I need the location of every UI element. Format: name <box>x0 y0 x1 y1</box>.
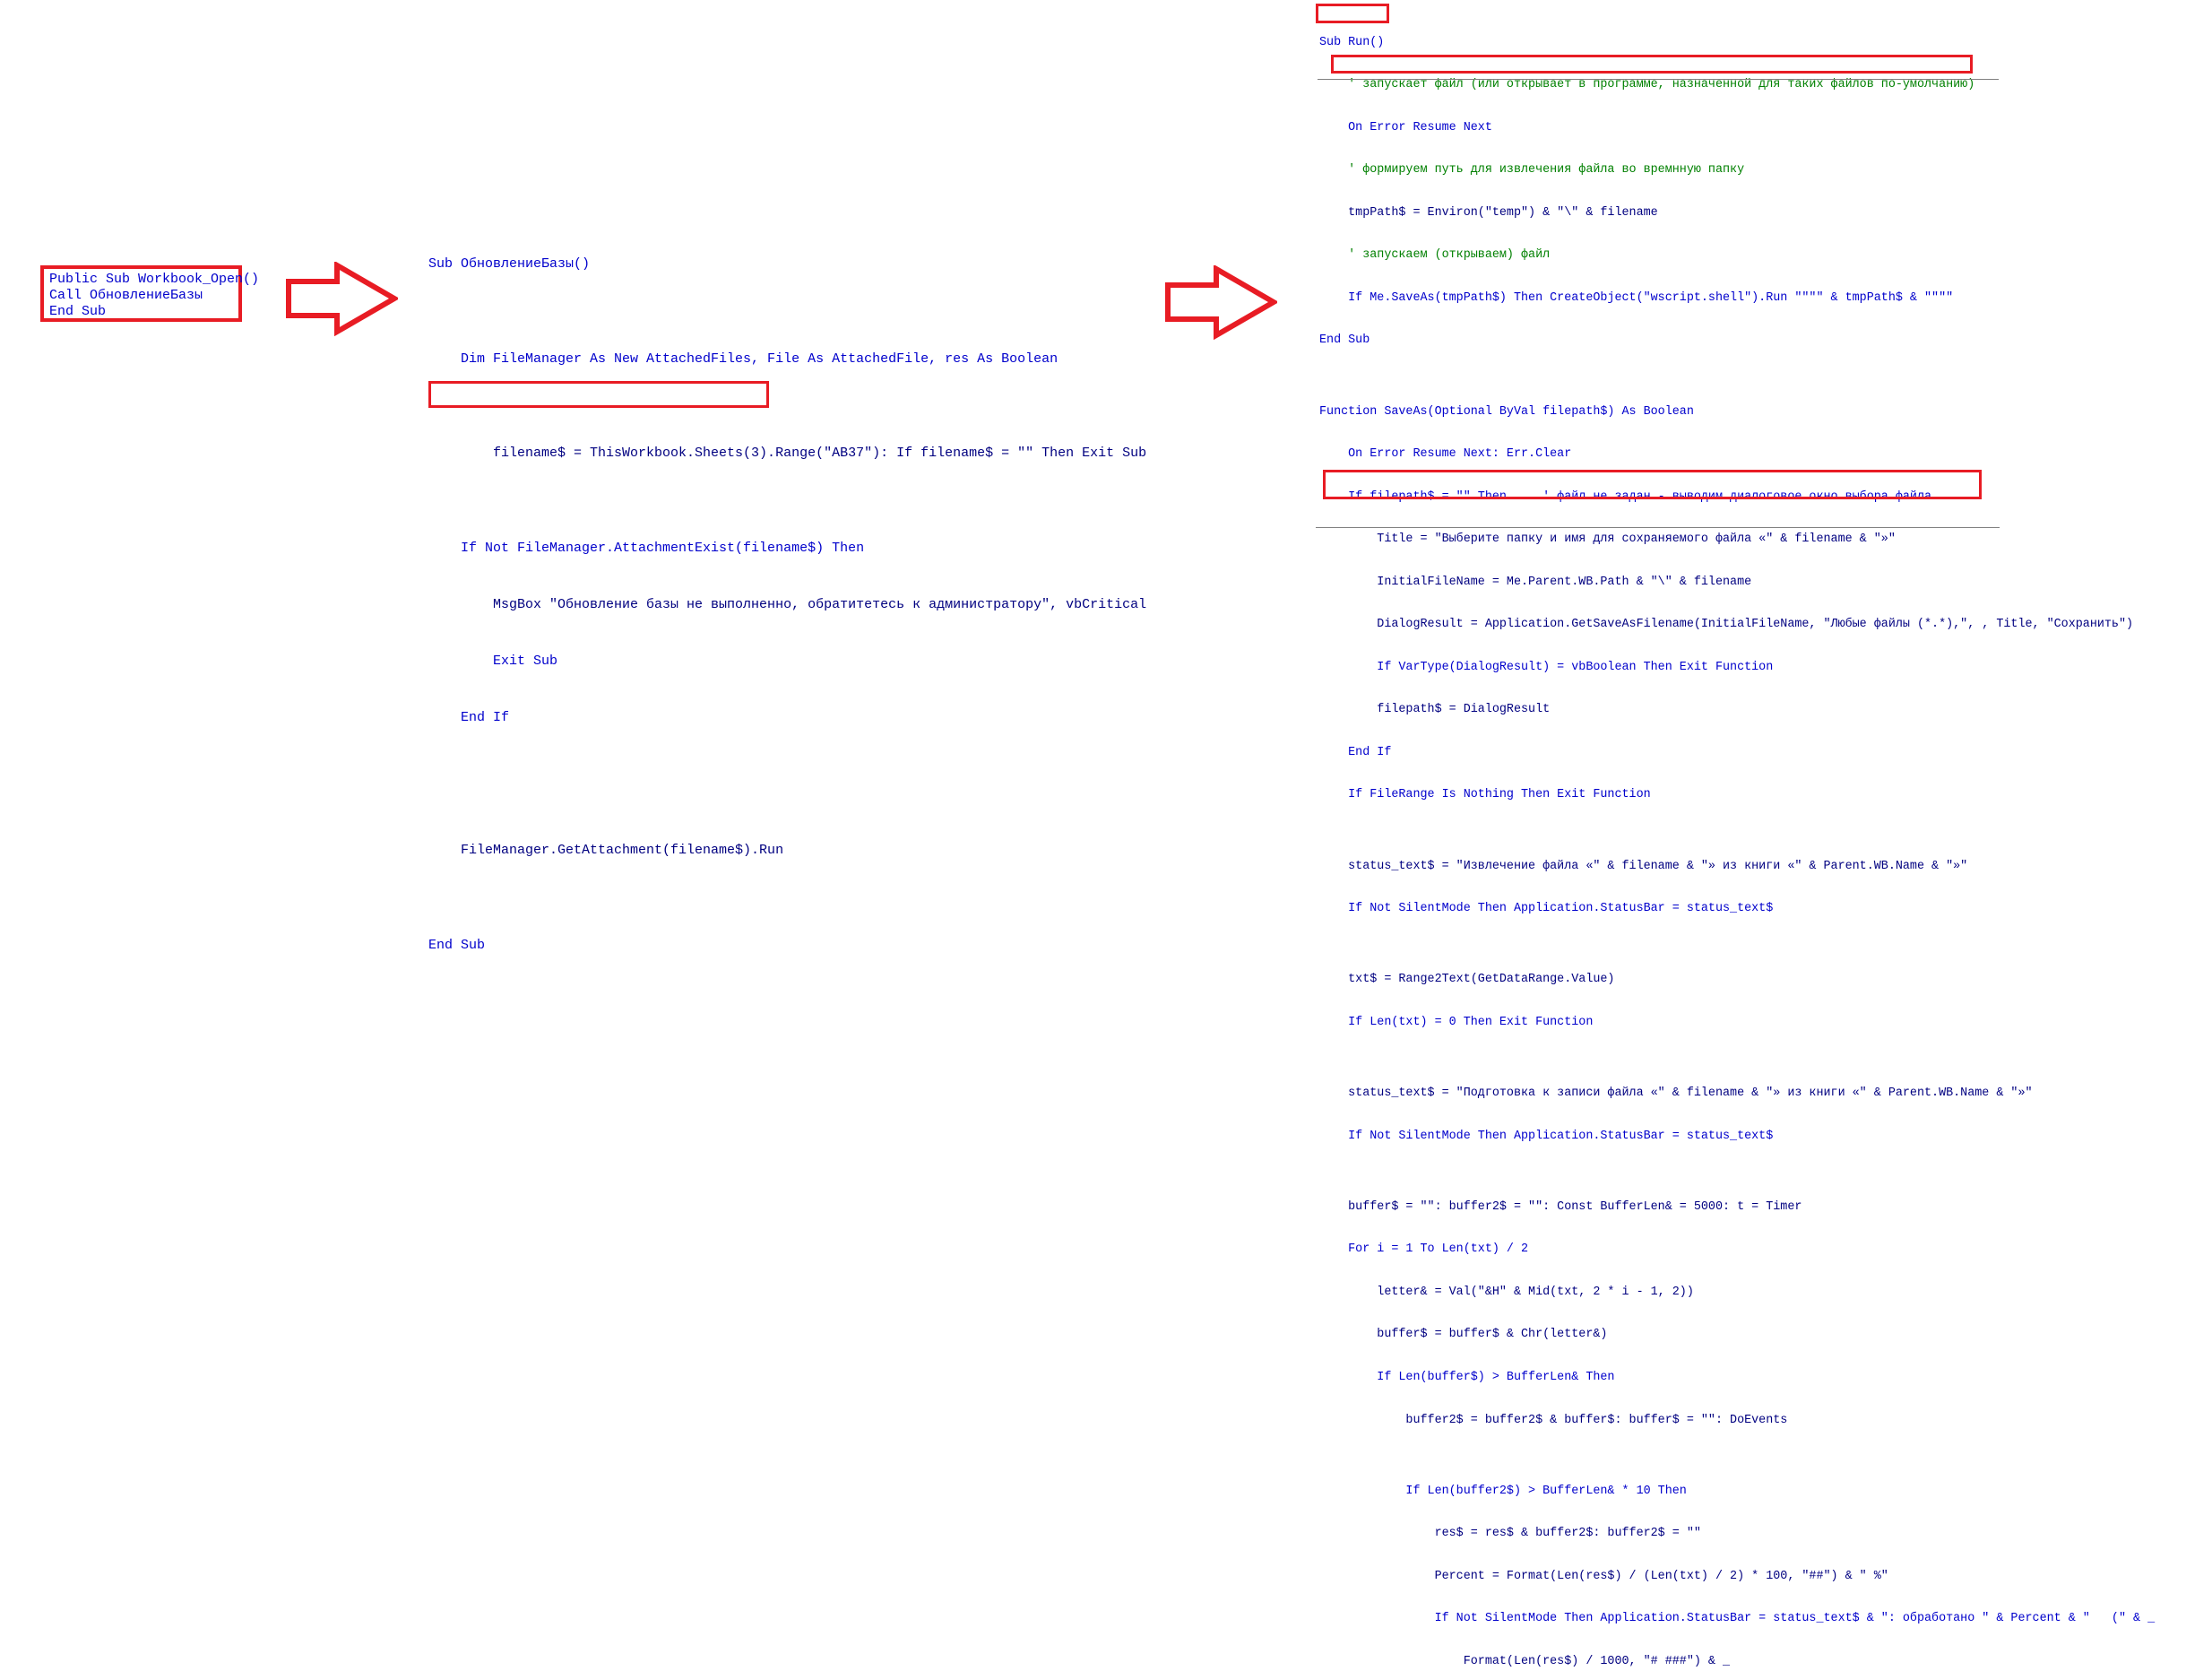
code-line: buffer$ = buffer$ & Chr(letter&) <box>1319 1328 1608 1342</box>
code-line: If Not SilentMode Then Application.Statu… <box>1319 1129 1774 1143</box>
code-line: End Sub <box>1319 333 1370 348</box>
code-line: Sub Run() <box>1319 35 1385 49</box>
code-line: buffer$ = "": buffer2$ = "": Const Buffe… <box>1319 1199 1802 1214</box>
code-line: End If <box>428 710 510 726</box>
code-line: Exit Sub <box>428 654 558 670</box>
code-line: If Len(txt) = 0 Then Exit Function <box>1319 1015 1594 1029</box>
code-line: Sub ОбновлениеБазы() <box>428 256 591 273</box>
arrow-right-icon <box>286 262 398 336</box>
code-line: End Sub <box>428 937 486 953</box>
code-line: Format(Len(res$) / 1000, "# ###") & _ <box>1319 1654 1731 1668</box>
arrow-right-icon <box>1165 265 1277 340</box>
code-line: filename$ = ThisWorkbook.Sheets(3).Range… <box>428 446 1147 462</box>
code-line: status_text$ = "Извлечение файла «" & fi… <box>1319 859 1968 873</box>
code-line: If Not SilentMode Then Application.Statu… <box>1319 1612 2156 1626</box>
code-line: End If <box>1319 745 1392 759</box>
code-line: ' запускает файл (или открывает в програ… <box>1319 78 1975 92</box>
code-line: If Not SilentMode Then Application.Statu… <box>1319 902 1774 916</box>
code-line: On Error Resume Next <box>1319 120 1492 134</box>
code-line: If Len(buffer$) > BufferLen& Then <box>1319 1371 1615 1384</box>
code-line: DialogResult = Application.GetSaveAsFile… <box>1319 618 2134 632</box>
code-line: FileManager.GetAttachment(filename$).Run <box>428 843 784 859</box>
code-line: status_text$ = "Подготовка к записи файл… <box>1319 1087 2033 1101</box>
separator-line-top <box>1318 79 1999 80</box>
code-line: txt$ = Range2Text(GetDataRange.Value) <box>1319 973 1615 987</box>
code-line: ' запускаем (открываем) файл <box>1319 248 1551 263</box>
code-line: Function SaveAs(Optional ByVal filepath$… <box>1319 404 1694 419</box>
code-line: ' формируем путь для извлечения файла во… <box>1319 163 1745 177</box>
code-line: Dim FileManager As New AttachedFiles, Fi… <box>428 351 1058 367</box>
code-line: Percent = Format(Len(res$) / (Len(txt) /… <box>1319 1569 1888 1583</box>
highlight-box-getattachment <box>428 381 769 408</box>
code-line: res$ = res$ & buffer2$: buffer2$ = "" <box>1319 1527 1701 1541</box>
code-line: If VarType(DialogResult) = vbBoolean The… <box>1319 660 1774 674</box>
code-line: letter& = Val("&H" & Mid(txt, 2 * i - 1,… <box>1319 1285 1694 1299</box>
code-block-workbook-open: Public Sub Workbook_Open() Call Обновлени… <box>49 272 259 320</box>
code-block-obnovlenie-bazy: Sub ОбновлениеБазы() Dim FileManager As … <box>428 217 1146 974</box>
code-line: Public Sub Workbook_Open() <box>49 272 260 287</box>
code-line: Title = "Выберите папку и имя для сохран… <box>1319 532 1896 547</box>
code-line: On Error Resume Next: Err.Clear <box>1319 447 1572 462</box>
highlight-box-sub-run <box>1316 4 1389 23</box>
code-line: If Me.SaveAs(tmpPath$) Then CreateObject… <box>1319 290 1954 305</box>
code-line: filepath$ = DialogResult <box>1319 703 1551 717</box>
highlight-box-open-put <box>1323 470 1982 499</box>
code-line: If Len(buffer2$) > BufferLen& * 10 Then <box>1319 1484 1687 1498</box>
code-line: For i = 1 To Len(txt) / 2 <box>1319 1242 1529 1257</box>
code-line: If Not FileManager.AttachmentExist(filen… <box>428 540 865 556</box>
code-line: If FileRange Is Nothing Then Exit Functi… <box>1319 788 1651 802</box>
code-line: Call ОбновлениеБазы <box>49 288 203 303</box>
code-line: buffer2$ = buffer2$ & buffer$: buffer$ =… <box>1319 1413 1788 1427</box>
highlight-box-me-saveas <box>1331 55 1973 74</box>
code-line: MsgBox "Обновление базы не выполненно, о… <box>428 596 1147 612</box>
code-line: tmpPath$ = Environ("temp") & "\" & filen… <box>1319 205 1658 220</box>
code-block-run-saveas: Sub Run() ' запускает файл (или открывае… <box>1319 7 2183 1671</box>
separator-line-bottom <box>1316 527 2000 528</box>
code-line: End Sub <box>49 304 107 319</box>
code-line: InitialFileName = Me.Parent.WB.Path & "\… <box>1319 575 1752 589</box>
